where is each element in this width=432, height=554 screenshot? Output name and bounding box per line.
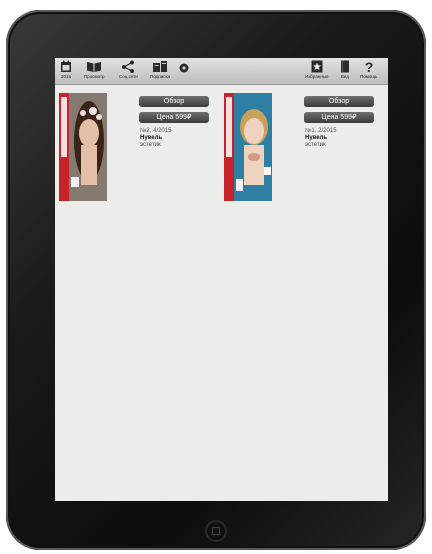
price-button[interactable]: Цена 599₽: [304, 112, 374, 123]
toolbar-social-button[interactable]: Соц.сети: [119, 60, 138, 79]
cover-art-image: [59, 93, 107, 201]
toolbar-social-label: Соц.сети: [119, 74, 138, 79]
review-button[interactable]: Обзор: [139, 96, 209, 107]
toolbar-favorites-button[interactable]: Избранные: [305, 60, 329, 79]
review-button[interactable]: Обзор: [304, 96, 374, 107]
toolbar-view-label: Просмотр: [84, 74, 105, 79]
subscription-icon: [153, 61, 168, 72]
book-icon: [341, 60, 349, 73]
toolbar-subscription-button[interactable]: Подписка: [150, 60, 170, 79]
toolbar-view-button[interactable]: Просмотр: [84, 60, 105, 79]
cover-art-image: [224, 93, 272, 201]
toolbar-help-button[interactable]: ? Помощь: [360, 60, 377, 79]
star-icon: [311, 60, 323, 73]
calendar-icon: [61, 60, 71, 72]
issue-number: №2, 4/2015: [140, 128, 172, 134]
toolbar-view-mode-label: Вид: [340, 74, 350, 79]
issue-category: эстетик: [305, 142, 326, 148]
toolbar-settings-button[interactable]: [179, 63, 189, 73]
help-icon: ?: [364, 60, 373, 73]
issue-number: №1, 2/2015: [305, 128, 337, 134]
toolbar-year-button[interactable]: 2015: [60, 60, 72, 79]
open-book-icon: [87, 62, 102, 72]
home-button[interactable]: [205, 520, 227, 542]
toolbar-favorites-label: Избранные: [305, 74, 329, 79]
app-screen: 2015 Просмотр Соц.сети Подписка Избранны…: [55, 58, 388, 501]
toolbar-subscription-label: Подписка: [150, 74, 171, 79]
issue-category: эстетик: [140, 142, 161, 148]
magazine-cover[interactable]: [224, 93, 272, 201]
price-button[interactable]: Цена 599₽: [139, 112, 209, 123]
issue-title: Нувель: [305, 135, 328, 141]
gear-icon: [179, 63, 189, 73]
toolbar: 2015 Просмотр Соц.сети Подписка Избранны…: [55, 58, 388, 85]
toolbar-help-label: Помощь: [360, 74, 378, 79]
toolbar-view-mode-button[interactable]: Вид: [340, 60, 350, 79]
issue-info: №1, 2/2015 Нувель эстетик: [305, 128, 336, 149]
share-icon: [122, 60, 135, 73]
issue-info: №2, 4/2015 Нувель эстетик: [140, 128, 171, 149]
home-square-icon: [212, 527, 220, 535]
toolbar-year-label: 2015: [60, 74, 71, 79]
svg-text:?: ?: [364, 60, 373, 73]
issue-title: Нувель: [140, 135, 163, 141]
magazine-cover[interactable]: [59, 93, 107, 201]
